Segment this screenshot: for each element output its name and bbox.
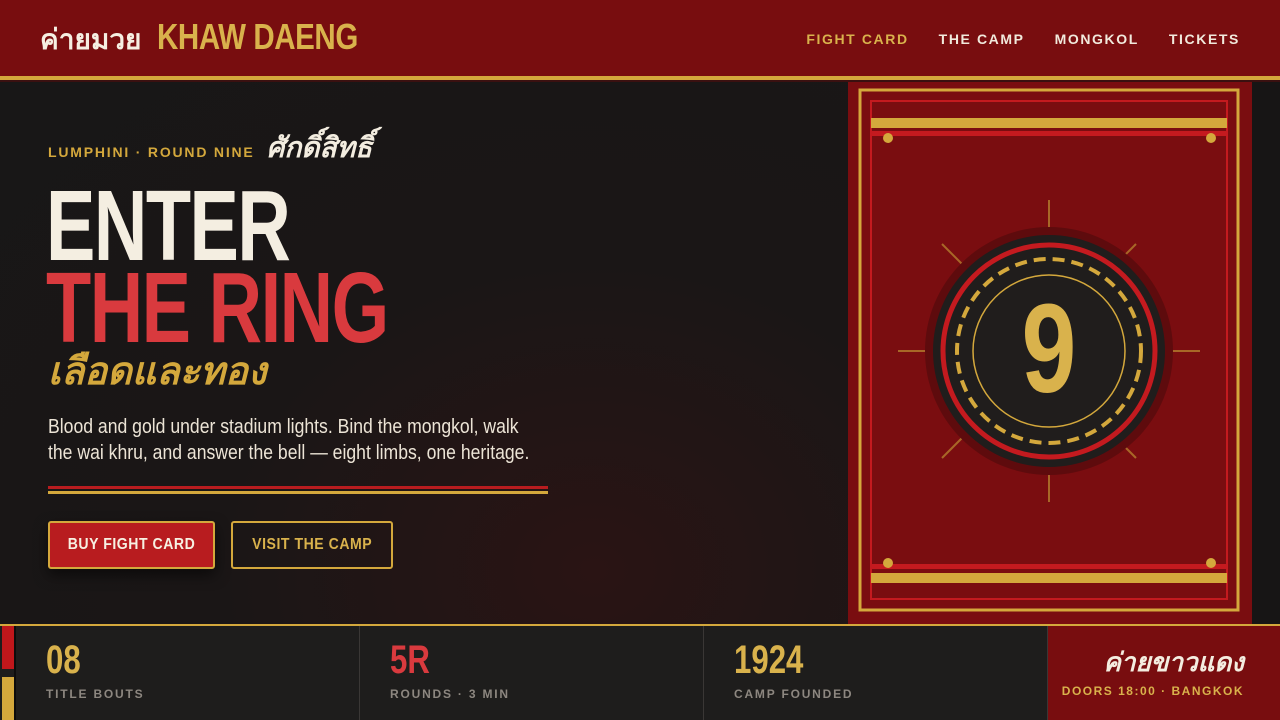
stat-label: CAMP FOUNDED [734,687,854,701]
stat-value: 1924 [734,638,804,682]
main-nav: FIGHT CARD THE CAMP MONGKOL TICKETS [806,0,1240,77]
card-top-band [871,118,1227,128]
nav-the-camp[interactable]: THE CAMP [939,31,1025,47]
visit-camp-button[interactable]: VISIT THE CAMP [231,521,393,569]
stat-label: TITLE BOUTS [46,687,145,701]
nav-fight-card[interactable]: FIGHT CARD [806,31,908,47]
camp-doors-info: DOORS 18:00 · BANGKOK [1061,684,1244,698]
stats-accent-red [2,626,14,669]
site-header: ค่ายมวย KHAW DAENG FIGHT CARD THE CAMP M… [0,0,1280,77]
fight-card-edge [1252,82,1280,624]
camp-info-panel: ค่ายขาวแดง DOORS 18:00 · BANGKOK [1048,626,1280,720]
hero-divider-gold [48,491,548,494]
nav-tickets[interactable]: TICKETS [1169,31,1240,47]
logo-thai-text: ค่ายมวย [40,22,142,56]
stats-accent-gold [2,677,14,720]
stat-rounds: 5R ROUNDS · 3 MIN [360,626,704,720]
card-bottom-band [871,573,1227,583]
camp-thai-name: ค่ายขาวแดง [1103,648,1244,678]
buy-fight-card-button[interactable]: BUY FIGHT CARD [48,521,215,569]
round-number: 9 [1022,278,1077,419]
fight-card-artwork: 9 [858,88,1240,612]
visit-camp-label: VISIT THE CAMP [251,536,373,553]
stat-value: 5R [390,638,430,682]
hero-kicker-label: LUMPHINI · ROUND NINE [48,144,255,160]
nav-mongkol[interactable]: MONGKOL [1055,31,1139,47]
card-rivet-bl [883,558,893,568]
hero-description: Blood and gold under stadium lights. Bin… [48,416,530,464]
logo[interactable]: ค่ายมวย KHAW DAENG [40,16,402,62]
card-bottom-band-red [871,564,1227,569]
hero-divider-red [48,486,548,489]
hero-kicker: LUMPHINI · ROUND NINE ศักดิ์สิทธิ์ [48,126,372,170]
hero-kicker-thai: ศักดิ์สิทธิ์ [266,131,373,164]
stat-title-bouts: 08 TITLE BOUTS [16,626,360,720]
card-rivet-tr [1206,133,1216,143]
hero-title-thai: เลือดและทอง [48,348,267,393]
card-rivet-br [1206,558,1216,568]
buy-fight-card-label: BUY FIGHT CARD [67,536,196,553]
stat-label: ROUNDS · 3 MIN [390,687,510,701]
card-top-band-red [871,131,1227,136]
stat-value: 08 [46,638,81,682]
stat-camp-founded: 1924 CAMP FOUNDED [704,626,1048,720]
card-rivet-tl [883,133,893,143]
logo-wordmark: KHAW DAENG [157,15,359,57]
